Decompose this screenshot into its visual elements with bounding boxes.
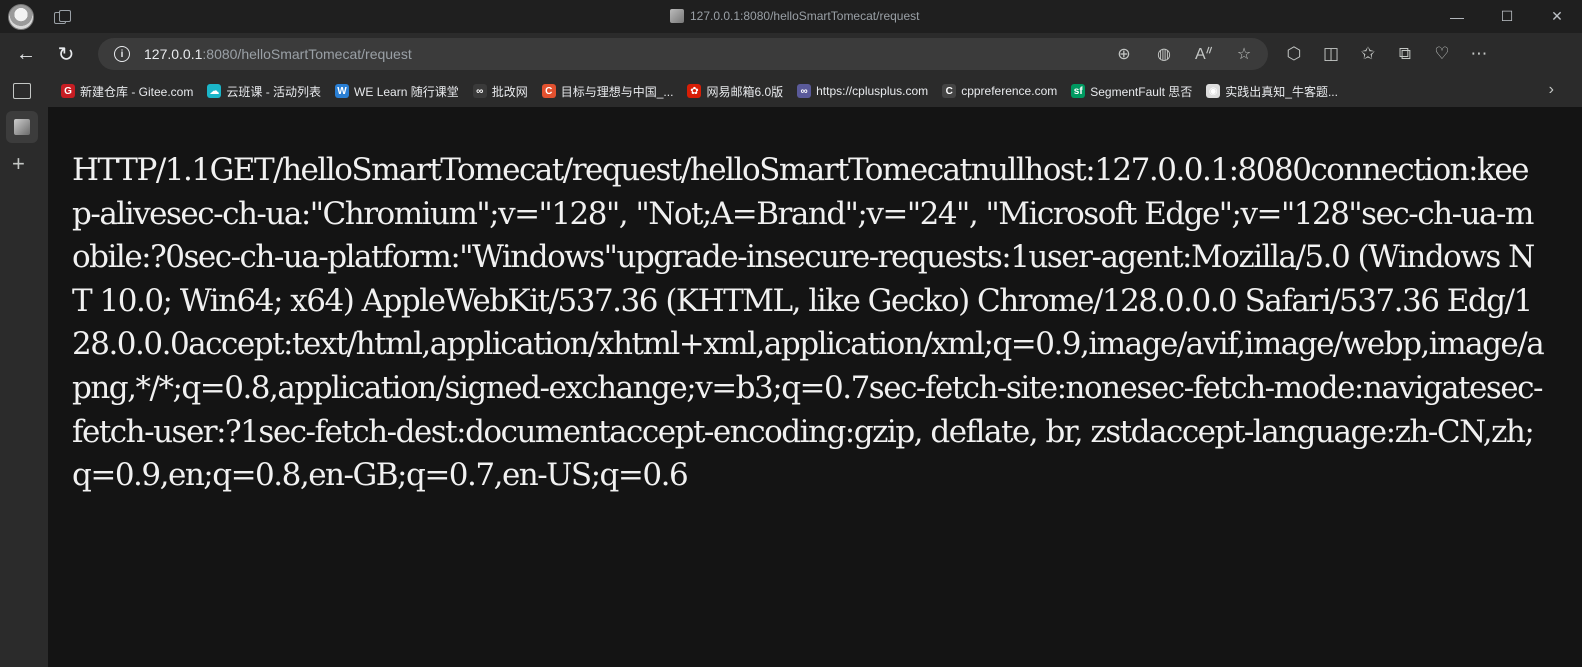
minimize-button[interactable]: — [1432,0,1482,33]
bookmark-label: 云班课 - 活动列表 [226,84,322,99]
bookmark-label: WE Learn 随行课堂 [354,84,459,99]
request-headers-text: HTTP/1.1GET/helloSmartTomecat/request/he… [72,152,1545,494]
refresh-button[interactable]: ↻ [48,38,84,70]
bookmark-label: SegmentFault 思否 [1090,84,1193,99]
zoom-icon[interactable]: ⊕ [1114,44,1134,64]
page-favicon-icon [670,9,684,23]
window-title-text: 127.0.0.1:8080/helloSmartTomecat/request [690,9,920,23]
collections-icon[interactable]: ⧉ [1395,44,1415,64]
arrow-left-icon: ← [16,42,36,65]
profile-avatar[interactable] [8,3,34,30]
cplusplus-icon: ∞ [797,84,812,98]
netease-mail-icon: ✿ [687,84,702,98]
gitee-icon: G [61,84,75,98]
browser-essentials-icon[interactable]: ♡ [1432,44,1452,64]
bookmark-label: 目标与理想与中国_... [560,84,674,99]
cloud-class-icon: ☁ [207,84,222,98]
bookmark-item[interactable]: ☁ 云班课 - 活动列表 [207,83,321,100]
vertical-tabs-sidebar: + [0,107,48,667]
cppreference-icon: C [942,84,957,98]
url-text[interactable]: 127.0.0.1:8080/helloSmartTomecat/request [144,46,412,62]
window-title: 127.0.0.1:8080/helloSmartTomecat/request [670,9,919,23]
bookmark-item[interactable]: ∞ 批改网 [472,83,528,100]
bookmark-item[interactable]: C 目标与理想与中国_... [541,83,674,100]
close-button[interactable]: ✕ [1532,0,1582,33]
bookmark-item[interactable]: ∞ https://cplusplus.com [797,84,928,98]
bookmarks-list: G 新建仓库 - Gitee.com ☁ 云班课 - 活动列表 W WE Learn 随行… [61,83,1338,100]
title-bar: 127.0.0.1:8080/helloSmartTomecat/request… [0,0,1582,33]
address-bar-actions: ⊕ ◍ Aᐥ ☆ [1114,38,1254,70]
refresh-icon: ↻ [57,43,75,66]
pigai-icon: ∞ [472,84,487,98]
bookmark-item[interactable]: ◉ 实践出真知_牛客题... [1206,83,1338,100]
new-tab-plus-icon[interactable]: + [12,151,25,177]
bookmark-item[interactable]: sf SegmentFault 思否 [1071,83,1192,100]
url-path: :8080/helloSmartTomecat/request [202,46,412,62]
nowcoder-icon: ◉ [1206,84,1221,98]
extensions-icon[interactable]: ⬡ [1284,44,1304,64]
back-button[interactable]: ← [8,38,44,70]
favorites-icon[interactable]: ✩ [1358,44,1378,64]
more-menu-icon[interactable]: ⋯ [1469,44,1489,64]
bookmark-label: 批改网 [491,84,528,99]
bookmark-item[interactable]: Ccppreference.com [942,84,1057,98]
bookmark-label: 网易邮箱6.0版 [706,84,784,99]
favorite-star-icon[interactable]: ☆ [1234,44,1254,64]
bookmark-label: 实践出真知_牛客题... [1225,84,1338,99]
address-bar[interactable]: i 127.0.0.1:8080/helloSmartTomecat/reque… [98,38,1268,70]
vertical-tabs-toggle-icon[interactable] [13,83,31,99]
tab-favicon-icon [14,119,30,135]
url-host: 127.0.0.1 [144,46,203,62]
read-aloud-icon[interactable]: Aᐥ [1194,44,1214,64]
page-content: HTTP/1.1GET/helloSmartTomecat/request/he… [48,107,1582,667]
bookmark-item[interactable]: W WE Learn 随行课堂 [335,83,459,100]
site-info-icon[interactable]: i [114,46,130,62]
edge-sync-icon[interactable]: ◍ [1154,44,1174,64]
bookmark-item[interactable]: ✿ 网易邮箱6.0版 [687,83,783,100]
bookmarks-bar: G 新建仓库 - Gitee.com ☁ 云班课 - 活动列表 W WE Learn 随行… [0,75,1582,108]
bookmark-item[interactable]: G 新建仓库 - Gitee.com [61,83,193,100]
maximize-button[interactable]: ☐ [1482,0,1532,33]
tab-actions-icon[interactable] [54,9,72,24]
segmentfault-icon: sf [1071,84,1086,98]
bookmark-label: cppreference.com [961,84,1058,98]
toolbar-actions: ⬡ ◫ ✩ ⧉ ♡ ⋯ [1284,33,1489,75]
course-icon: C [541,84,556,98]
bookmark-label: 新建仓库 - Gitee.com [80,84,194,99]
browser-toolbar: ← ↻ i 127.0.0.1:8080/helloSmartTomecat/r… [0,33,1582,75]
bookmarks-overflow-chevron-icon[interactable]: › [1549,81,1554,99]
welearn-icon: W [335,84,350,98]
split-screen-icon[interactable]: ◫ [1321,44,1341,64]
window-controls: — ☐ ✕ [1432,0,1582,33]
active-tab[interactable] [6,111,38,143]
bookmark-label: https://cplusplus.com [816,84,929,98]
